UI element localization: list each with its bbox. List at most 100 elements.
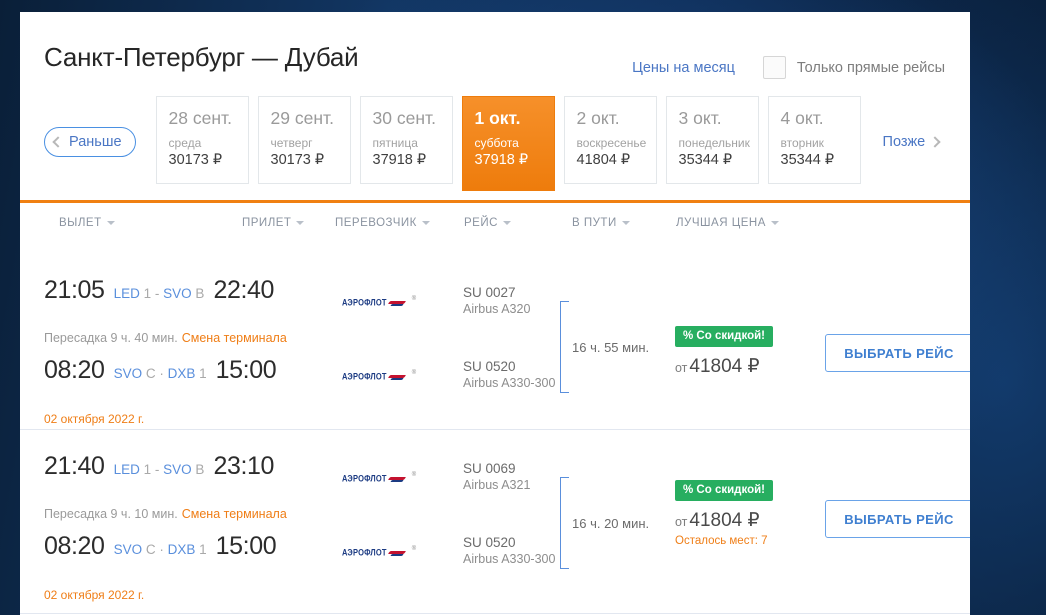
month-prices-link[interactable]: Цены на месяц [632, 60, 735, 76]
direct-flights-checkbox[interactable] [762, 56, 786, 79]
date-tab-date: 3 окт. [678, 108, 722, 128]
results-column-headers: ВЫЛЕТ ПРИЛЕТ ПЕРЕВОЗЧИК РЕЙС В ПУТИ ЛУЧШ… [20, 203, 970, 246]
leg-depart-time: 21:05 [44, 276, 105, 304]
outbound-leg-1: 21:05 LED 1 - SVO B 22:40 [44, 276, 274, 305]
column-header-arrival[interactable]: ПРИЛЕТ [242, 217, 305, 229]
date-tab-1[interactable]: 29 сент. четверг 30173 ₽ [257, 96, 351, 184]
aircraft-type: Airbus A330-300 [463, 376, 556, 390]
leg-route: SVO C · DXB 1 [113, 542, 207, 557]
later-label: Позже [882, 134, 926, 150]
leg-arrive-time: 15:00 [215, 356, 277, 384]
column-header-carrier[interactable]: ПЕРЕВОЗЧИК [335, 217, 430, 229]
date-tab-dow: вторник [780, 136, 824, 150]
flight-number-leg-2: SU 0520 Airbus A330-300 [463, 358, 555, 391]
column-header-departure[interactable]: ВЫЛЕТ [59, 217, 115, 229]
date-tabs: 28 сент. среда 30173 ₽ 29 сент. четверг … [155, 96, 861, 191]
table-row[interactable]: 21:40 LED 1 - SVO B 23:10 Пересадка 9 ч.… [20, 430, 970, 614]
total-duration: 16 ч. 20 мин. [572, 516, 650, 531]
card-header: Санкт-Петербург — Дубай Цены на месяц То… [20, 12, 970, 191]
arrival-date: 02 октября 2022 г. [44, 588, 145, 602]
chevron-down-icon [621, 220, 630, 225]
date-tab-dow: понедельник [678, 136, 750, 150]
aircraft-type: Airbus A330-300 [463, 552, 556, 566]
date-tab-dow: среда [168, 136, 202, 150]
date-tab-date: 28 сент. [168, 108, 232, 128]
direct-flights-label: Только прямые рейсы [796, 59, 945, 76]
transfer-info: Пересадка 9 ч. 10 мин. Смена терминала [44, 507, 287, 521]
leg-connector-bracket [560, 301, 569, 393]
aeroflot-logo-icon: АЭРОФЛОТ ® [342, 546, 417, 559]
date-tab-price: 30173 ₽ [168, 152, 223, 168]
transfer-info: Пересадка 9 ч. 40 мин. Смена терминала [44, 331, 287, 345]
price-block: % Со скидкой! от 41804 ₽ Осталось мест: 7 [675, 480, 773, 547]
aircraft-type: Airbus A321 [463, 478, 531, 492]
date-tab-dow: пятница [372, 136, 418, 150]
date-tab-date: 30 сент. [372, 108, 436, 128]
date-tab-date: 2 окт. [576, 108, 620, 128]
date-tab-6[interactable]: 4 окт. вторник 35344 ₽ [767, 96, 861, 184]
discount-badge: % Со скидкой! [675, 480, 773, 501]
date-tab-price: 37918 ₽ [474, 152, 529, 168]
terminal-change-note: Смена терминала [181, 507, 287, 521]
leg-arrive-time: 15:00 [215, 532, 277, 560]
flight-number: SU 0520 [463, 535, 516, 550]
date-tab-dow: суббота [474, 136, 519, 150]
transfer-duration: Пересадка 9 ч. 10 мин. [44, 507, 178, 521]
flight-number-leg-2: SU 0520 Airbus A330-300 [463, 534, 555, 567]
date-strip: Раньше 28 сент. среда 30173 ₽ 29 сент. ч… [44, 96, 946, 191]
date-tab-price: 30173 ₽ [270, 152, 325, 168]
flight-number-leg-1: SU 0069 Airbus A321 [463, 460, 530, 493]
date-tab-3-selected[interactable]: 1 окт. суббота 37918 ₽ [461, 96, 555, 191]
earlier-dates-button[interactable]: Раньше [44, 127, 136, 157]
earlier-label: Раньше [69, 134, 122, 150]
date-tab-5[interactable]: 3 окт. понедельник 35344 ₽ [665, 96, 759, 184]
date-tab-price: 35344 ₽ [780, 152, 835, 168]
direct-flights-only-toggle[interactable]: Только прямые рейсы [762, 56, 945, 79]
leg-arrive-time: 22:40 [213, 276, 274, 304]
chevron-right-icon [929, 136, 941, 148]
leg-depart-time: 21:40 [44, 452, 105, 480]
chevron-down-icon [296, 220, 305, 225]
aeroflot-logo-icon: АЭРОФЛОТ ® [342, 370, 417, 383]
chevron-down-icon [770, 220, 779, 225]
table-row[interactable]: 21:05 LED 1 - SVO B 22:40 Пересадка 9 ч.… [20, 246, 970, 430]
select-flight-button[interactable]: ВЫБРАТЬ РЕЙС [825, 334, 970, 372]
search-results-card: Санкт-Петербург — Дубай Цены на месяц То… [20, 12, 970, 615]
flight-number: SU 0520 [463, 359, 516, 374]
leg-route: LED 1 - SVO B [113, 286, 205, 301]
terminal-change-note: Смена терминала [181, 331, 287, 345]
date-tab-price: 35344 ₽ [678, 152, 733, 168]
chevron-down-icon [421, 220, 430, 225]
chevron-down-icon [106, 220, 115, 225]
header-controls: Цены на месяц Только прямые рейсы [632, 56, 945, 79]
leg-depart-time: 08:20 [44, 356, 105, 384]
date-tab-0[interactable]: 28 сент. среда 30173 ₽ [155, 96, 249, 184]
column-header-flight[interactable]: РЕЙС [464, 217, 511, 229]
column-header-bestprice[interactable]: ЛУЧШАЯ ЦЕНА [676, 217, 779, 229]
date-tab-2[interactable]: 30 сент. пятница 37918 ₽ [359, 96, 453, 184]
total-duration: 16 ч. 55 мин. [572, 340, 650, 355]
aircraft-type: Airbus A320 [463, 302, 531, 316]
leg-arrive-time: 23:10 [213, 452, 274, 480]
seats-left: Осталось мест: 7 [675, 535, 768, 547]
leg-route: SVO C · DXB 1 [113, 366, 207, 381]
chevron-down-icon [502, 220, 511, 225]
later-dates-button[interactable]: Позже [882, 127, 941, 157]
outbound-leg-2: 08:20 SVO C · DXB 1 15:00 [44, 532, 277, 561]
transfer-duration: Пересадка 9 ч. 40 мин. [44, 331, 178, 345]
date-tab-date: 29 сент. [270, 108, 334, 128]
flight-results-list: 21:05 LED 1 - SVO B 22:40 Пересадка 9 ч.… [20, 246, 970, 615]
flight-number-leg-1: SU 0027 Airbus A320 [463, 284, 530, 317]
date-tab-dow: четверг [270, 136, 313, 150]
column-header-duration[interactable]: В ПУТИ [572, 217, 630, 229]
date-tab-date: 1 окт. [474, 108, 521, 128]
outbound-leg-2: 08:20 SVO C · DXB 1 15:00 [44, 356, 277, 385]
flight-number: SU 0069 [463, 461, 516, 476]
leg-connector-bracket [560, 477, 569, 569]
date-tab-4[interactable]: 2 окт. воскресенье 41804 ₽ [563, 96, 657, 184]
aeroflot-logo-icon: АЭРОФЛОТ ® [342, 472, 417, 485]
best-price: от 41804 ₽ [675, 356, 760, 377]
select-flight-button[interactable]: ВЫБРАТЬ РЕЙС [825, 500, 970, 538]
date-tab-dow: воскресенье [576, 136, 647, 150]
leg-depart-time: 08:20 [44, 532, 105, 560]
